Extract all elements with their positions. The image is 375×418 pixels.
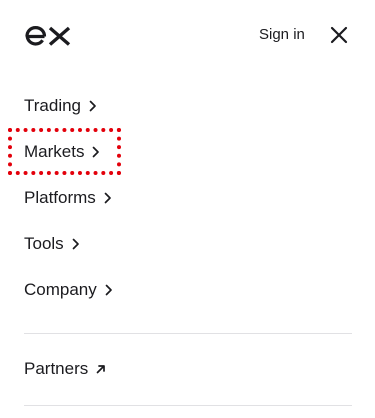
menu-item-label: Markets bbox=[24, 142, 85, 161]
menu-item-label: Trading bbox=[24, 96, 82, 115]
menu-item-company[interactable]: Company bbox=[24, 277, 114, 303]
chevron-right-icon bbox=[103, 192, 113, 204]
chevron-right-icon bbox=[71, 238, 81, 250]
close-icon[interactable] bbox=[327, 23, 351, 47]
header: ex Sign in bbox=[0, 0, 375, 72]
chevron-right-icon bbox=[88, 100, 98, 112]
menu-item-platforms[interactable]: Platforms bbox=[24, 185, 113, 211]
menu-item-partners[interactable]: Partners bbox=[24, 356, 107, 382]
divider bbox=[24, 405, 352, 406]
menu-item-markets[interactable]: Markets bbox=[24, 139, 101, 165]
logo[interactable]: ex bbox=[24, 24, 72, 48]
external-arrow-icon bbox=[95, 363, 107, 375]
divider bbox=[24, 333, 352, 334]
menu-item-label: Platforms bbox=[24, 188, 96, 207]
menu-item-tools[interactable]: Tools bbox=[24, 231, 81, 257]
sign-in-link[interactable]: Sign in bbox=[259, 25, 305, 45]
chevron-right-icon bbox=[91, 146, 101, 158]
menu-item-label: Company bbox=[24, 280, 97, 299]
menu-item-label: Tools bbox=[24, 234, 64, 253]
chevron-right-icon bbox=[104, 284, 114, 296]
menu-item-label: Partners bbox=[24, 359, 89, 378]
menu-item-trading[interactable]: Trading bbox=[24, 93, 98, 119]
